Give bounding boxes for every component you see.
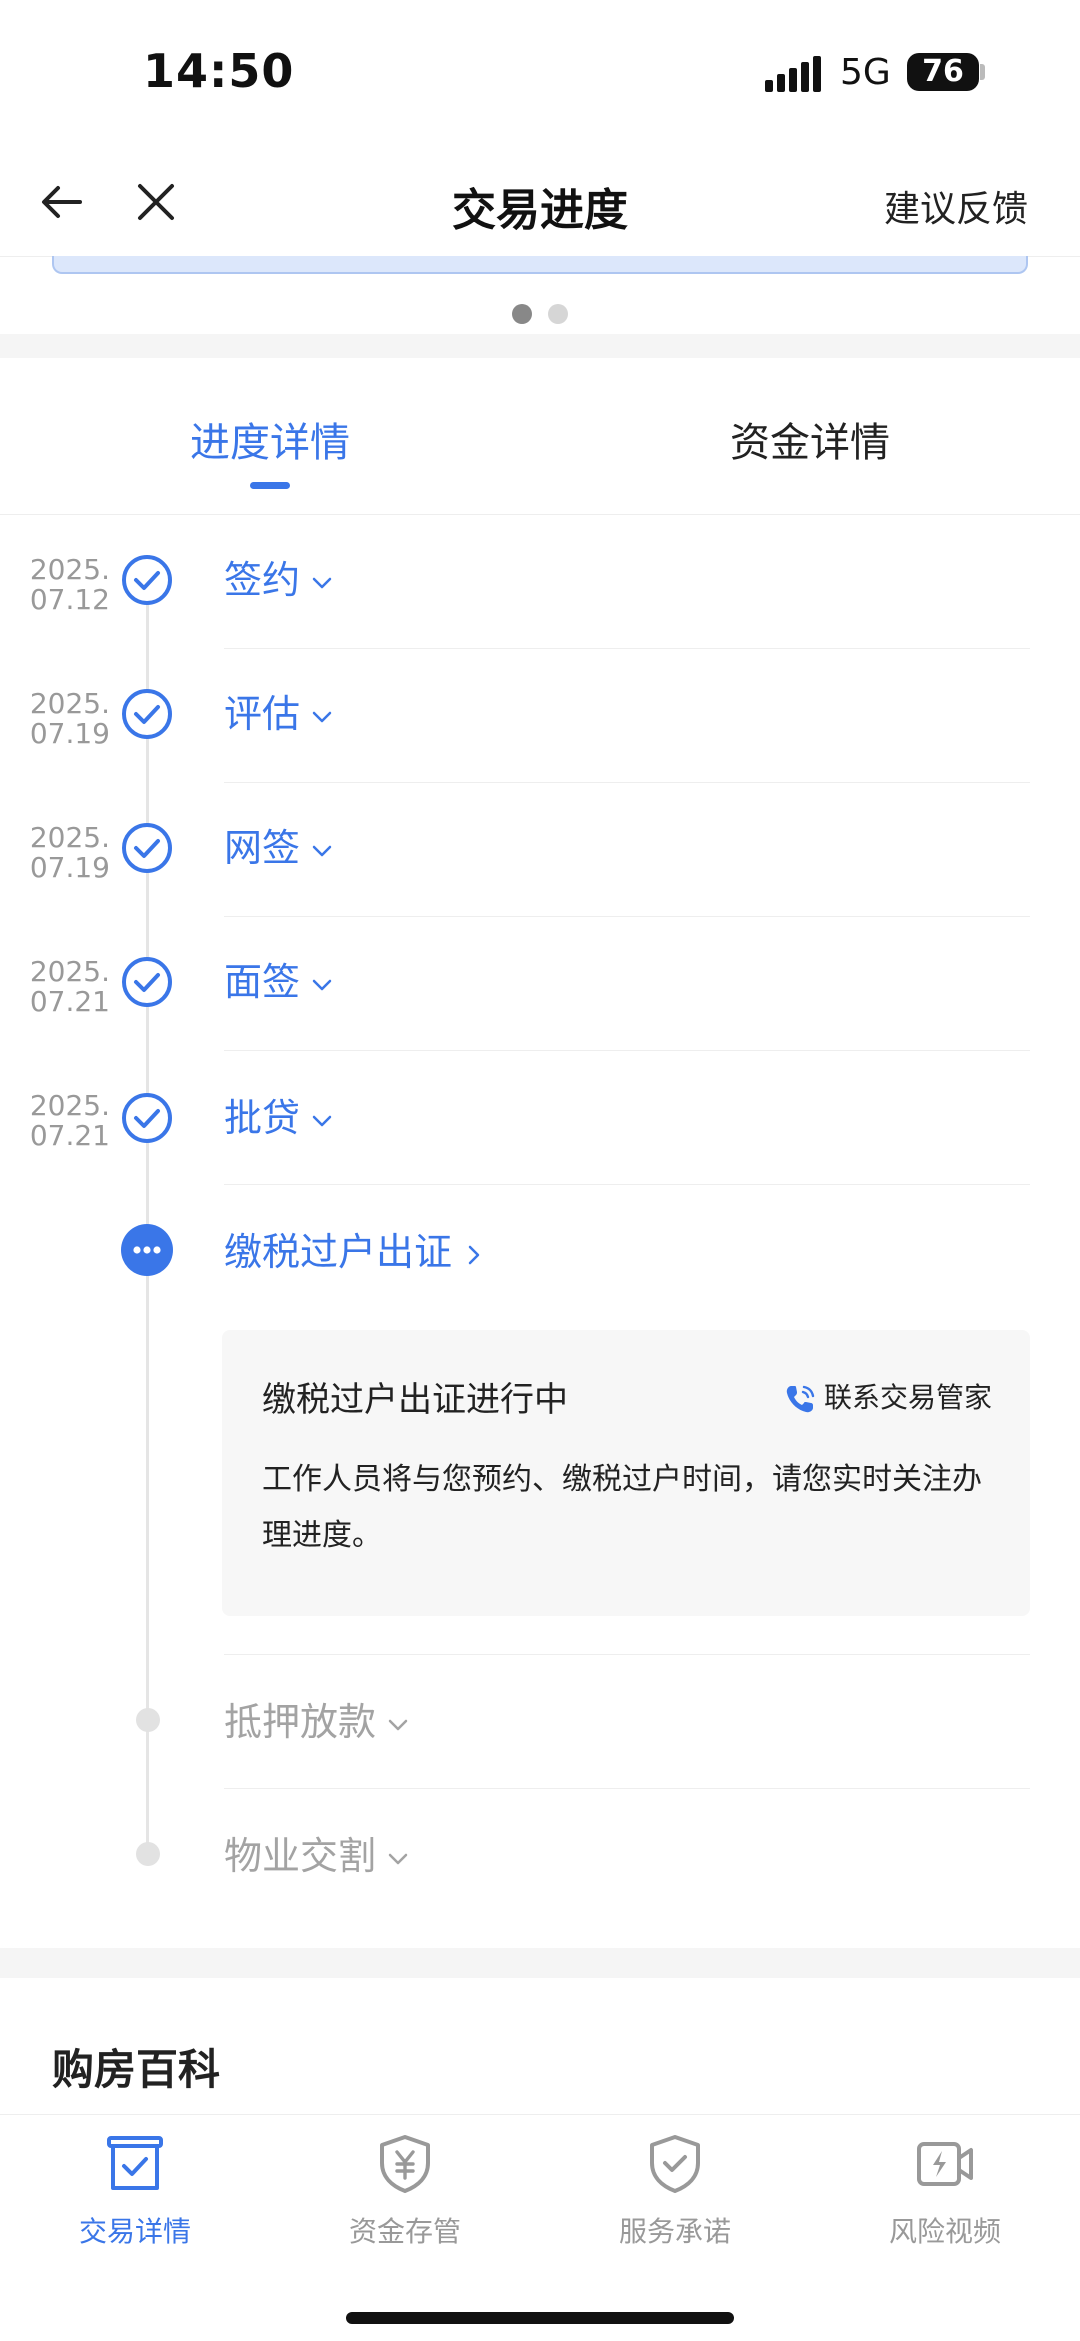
status-card-description: 工作人员将与您预约、缴税过户时间，请您实时关注办理进度。 bbox=[262, 1462, 982, 1553]
fund-custody-shield-icon bbox=[380, 2135, 430, 2193]
step-date-year: 2025. bbox=[29, 1089, 110, 1122]
tab-active-indicator bbox=[250, 482, 290, 489]
section-gap bbox=[0, 334, 1080, 358]
step-date-year: 2025. bbox=[29, 955, 110, 988]
step-date-year: 2025. bbox=[29, 687, 110, 720]
step-label: 面签 bbox=[224, 960, 301, 1004]
network-type: 5G bbox=[840, 52, 891, 93]
banner-card[interactable] bbox=[52, 256, 1028, 274]
row-divider bbox=[224, 1050, 1030, 1051]
step-label: 网签 bbox=[224, 826, 301, 870]
step-date-day: 07.19 bbox=[29, 851, 110, 884]
tab-fund-details[interactable]: 资金详情 bbox=[730, 410, 890, 468]
bottom-nav-label: 风险视频 bbox=[888, 2215, 1001, 2248]
step-label: 抵押放款 bbox=[224, 1700, 377, 1744]
bottom-nav-fund-custody[interactable]: 资金存管 bbox=[270, 2124, 540, 2250]
encyclopedia-title: 购房百科 bbox=[52, 2045, 221, 2094]
chevron-down-icon bbox=[388, 1719, 408, 1730]
battery-level: 76 bbox=[922, 54, 964, 89]
status-time: 14:50 bbox=[143, 44, 295, 98]
step-date-year: 2025. bbox=[29, 821, 110, 854]
transaction-detail-icon bbox=[107, 2136, 163, 2190]
step-item-mortgage-release[interactable]: 抵押放款 bbox=[224, 1698, 410, 1746]
chevron-down-icon bbox=[312, 711, 332, 722]
step-item-loan-approval[interactable]: 批贷 bbox=[224, 1094, 334, 1142]
row-divider bbox=[224, 916, 1030, 917]
pending-dot bbox=[136, 1842, 160, 1866]
bottom-nav-divider bbox=[0, 2114, 1080, 2115]
step-item-property-handover[interactable]: 物业交割 bbox=[224, 1832, 410, 1880]
row-divider bbox=[224, 1184, 1030, 1185]
risk-video-icon bbox=[917, 2142, 973, 2186]
in-progress-icon bbox=[121, 1224, 173, 1276]
home-indicator bbox=[346, 2312, 734, 2324]
chevron-down-icon bbox=[312, 1115, 332, 1126]
step-label: 缴税过户出证 bbox=[224, 1230, 453, 1274]
bottom-nav-label: 资金存管 bbox=[348, 2215, 461, 2248]
step-date-year: 2025. bbox=[29, 553, 110, 586]
pager-dot bbox=[548, 304, 568, 324]
chevron-down-icon bbox=[312, 577, 332, 588]
bottom-nav-service-promise[interactable]: 服务承诺 bbox=[540, 2124, 810, 2250]
row-divider bbox=[224, 1654, 1030, 1655]
step-item-signing[interactable]: 签约 bbox=[224, 556, 334, 604]
feedback-button[interactable]: 建议反馈 bbox=[884, 180, 1028, 232]
signal-strength-icon bbox=[765, 56, 821, 92]
check-circle-icon bbox=[122, 823, 172, 873]
more-dots-icon bbox=[133, 1246, 161, 1254]
chevron-down-icon bbox=[312, 979, 332, 990]
check-circle-icon bbox=[122, 689, 172, 739]
check-circle-icon bbox=[122, 1093, 172, 1143]
row-divider bbox=[224, 782, 1030, 783]
step-label: 签约 bbox=[224, 558, 301, 602]
step-item-appraisal[interactable]: 评估 bbox=[224, 690, 334, 738]
chevron-down-icon bbox=[312, 845, 332, 856]
step-label: 批贷 bbox=[224, 1096, 301, 1140]
status-card-title: 缴税过户出证进行中 bbox=[262, 1380, 568, 1420]
pager-dot-active bbox=[512, 304, 532, 324]
section-gap bbox=[0, 1948, 1080, 1978]
battery-tip bbox=[980, 64, 985, 80]
step-date-day: 07.21 bbox=[29, 985, 110, 1018]
step-item-tax-transfer[interactable]: 缴税过户出证 bbox=[224, 1228, 486, 1276]
bottom-nav-risk-video[interactable]: 风险视频 bbox=[810, 2124, 1080, 2250]
tab-progress-details[interactable]: 进度详情 bbox=[190, 410, 350, 468]
step-item-face-signing[interactable]: 面签 bbox=[224, 958, 334, 1006]
tab-divider bbox=[0, 514, 1080, 515]
row-divider bbox=[224, 1788, 1030, 1789]
step-date-day: 07.19 bbox=[29, 717, 110, 750]
contact-manager-button[interactable]: 联系交易管家 bbox=[782, 1376, 992, 1417]
service-promise-shield-icon bbox=[650, 2135, 700, 2193]
pending-dot bbox=[136, 1708, 160, 1732]
contact-label: 联系交易管家 bbox=[824, 1381, 993, 1414]
row-divider bbox=[224, 648, 1030, 649]
check-circle-icon bbox=[122, 555, 172, 605]
step-item-online-signing[interactable]: 网签 bbox=[224, 824, 334, 872]
chevron-right-icon bbox=[468, 1245, 480, 1264]
bottom-nav-transaction-details[interactable]: 交易详情 bbox=[0, 2124, 270, 2250]
timeline-line bbox=[146, 580, 149, 1852]
step-label: 评估 bbox=[224, 692, 301, 736]
bottom-nav-label: 交易详情 bbox=[78, 2215, 191, 2248]
phone-icon bbox=[786, 1385, 815, 1413]
battery-icon: 76 bbox=[907, 53, 979, 91]
step-date-day: 07.12 bbox=[29, 583, 110, 616]
step-label: 物业交割 bbox=[224, 1834, 377, 1878]
status-card: 缴税过户出证进行中 联系交易管家 工作人员将与您预约、缴税过户时间，请您实时关注… bbox=[222, 1330, 1030, 1616]
check-circle-icon bbox=[122, 957, 172, 1007]
chevron-down-icon bbox=[388, 1853, 408, 1864]
bottom-nav-label: 服务承诺 bbox=[618, 2215, 731, 2248]
step-date-day: 07.21 bbox=[29, 1119, 110, 1152]
